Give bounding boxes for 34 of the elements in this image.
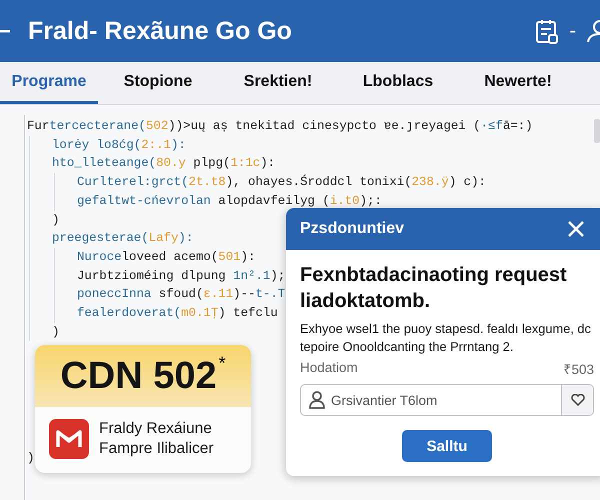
app-title: Frald- Rexãune Go Go — [28, 16, 292, 46]
code-line: preegesterae(Lafy): — [52, 230, 194, 248]
tab[interactable]: Lboblacs — [338, 62, 458, 104]
code-line: Jurbtzioméing dlpung 1n².1); — [77, 268, 286, 285]
code-line: Nuroceloveed acemo(501): — [77, 248, 256, 266]
code-line: poneccInna sfoud(ε.11)--t-.T — [77, 286, 286, 304]
dialog-title: Pzsdonuntiev — [300, 220, 404, 238]
asterisk: * — [218, 353, 226, 374]
code-line: hto_lleteange(80.y plpg(1:1ϲ): — [52, 155, 276, 172]
tab[interactable]: Srektien! — [218, 62, 338, 104]
dialog-message: Exhyoe wsel1 the puoy stapesd. fealdı lexgume, dc tepoire Onooldcanting the Prrntang 2. — [300, 320, 592, 356]
tab[interactable]: Stopione — [98, 62, 218, 104]
code-line: Curlterel:grct(2t.t8), ohayes.Środdcl tonixi(238.ÿ) c): — [77, 174, 486, 192]
code-line: fealerdoverat(m0.1Ţ) tefclu — [77, 305, 278, 322]
code-line: Furtercecterane(502))>uų aș tnekitad cinesypcto ɐe.ȷreyagei (·≤fā=:) — [27, 118, 533, 135]
scrollbar-thumb[interactable] — [594, 119, 600, 143]
code-line: ) — [27, 450, 34, 468]
dialog-heading: Fexnbtadacinaoting request liadoktatomb. — [300, 263, 568, 314]
close-button[interactable] — [568, 221, 584, 237]
card-text: Fraldy Rexáiune — [99, 419, 213, 439]
field-count: ₹503 — [563, 361, 594, 378]
submit-button[interactable]: Salltu — [402, 430, 492, 462]
error-code: CDN 502 — [60, 354, 217, 398]
separator: - — [569, 20, 576, 42]
logo-icon — [49, 419, 89, 459]
code-line: ) — [52, 212, 60, 229]
code-line: gefaltwt-cńevrolan alopdavfeilyg (i.t0);: — [77, 192, 382, 210]
tab[interactable]: Newerte! — [458, 62, 578, 104]
card-text: Fampre Ilibalicer — [99, 439, 214, 459]
code-line: ) — [52, 324, 60, 341]
code-line: lorėy lo8ćg(2:.1): — [52, 136, 186, 154]
user-icon[interactable] — [586, 18, 600, 44]
clipboard-icon[interactable] — [535, 18, 560, 44]
field-label: Hodatiom — [300, 360, 358, 377]
